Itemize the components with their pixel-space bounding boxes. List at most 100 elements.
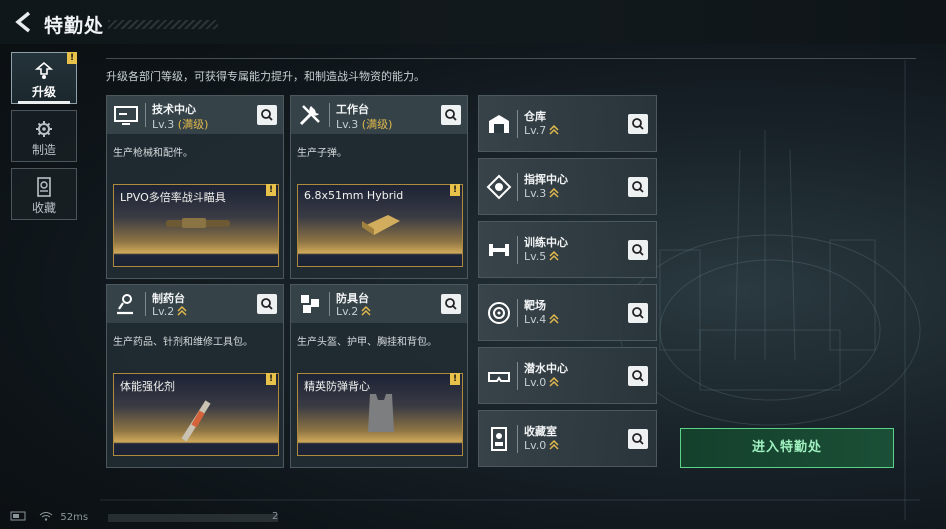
- enter-special-ops-button[interactable]: 进入特勤处: [680, 428, 894, 468]
- department-level: Lv.2: [152, 305, 187, 318]
- divider: [106, 58, 916, 59]
- top-bar: 特勤处: [0, 0, 946, 44]
- sidebar-item-collection[interactable]: 收藏: [11, 168, 77, 220]
- department-name: 工作台: [336, 103, 369, 116]
- facility-level: Lv.5: [524, 250, 559, 263]
- sidebar-item-upgrade[interactable]: 升级 !: [11, 52, 77, 104]
- product-slot[interactable]: LPVO多倍率战斗瞄具 !: [113, 184, 279, 267]
- search-icon[interactable]: [628, 240, 648, 260]
- facility-row-training-center[interactable]: 训练中心 Lv.5: [478, 221, 657, 278]
- department-name: 技术中心: [152, 103, 196, 116]
- department-card-pharmacy[interactable]: 制药台 Lv.2 生产药品、针剂和维修工具包。 体能强化剂 !: [106, 284, 284, 468]
- product-slot[interactable]: 体能强化剂 !: [113, 373, 279, 456]
- ping-value: 52ms: [60, 512, 89, 523]
- search-icon[interactable]: [441, 294, 461, 314]
- page-number: 2: [272, 511, 279, 522]
- department-level: Lv.3 (满级): [152, 118, 209, 131]
- monitor-icon: [114, 106, 138, 125]
- vest-image: [368, 394, 394, 432]
- page-description: 升级各部门等级，可获得专属能力提升，和制造战斗物资的能力。: [106, 70, 425, 83]
- armor-icon: [301, 295, 319, 313]
- department-card-tech-center[interactable]: 技术中心 Lv.3 (满级) 生产枪械和配件。 LPVO多倍率战斗瞄具 !: [106, 95, 284, 279]
- facility-row-collection-room[interactable]: 收藏室 Lv.0: [478, 410, 657, 467]
- upgrade-chevron-icon: [549, 251, 559, 261]
- separator: [517, 173, 518, 201]
- search-icon[interactable]: [628, 177, 648, 197]
- facility-level: Lv.3: [524, 187, 559, 200]
- upgrade-chevron-icon: [549, 440, 559, 450]
- search-icon[interactable]: [628, 366, 648, 386]
- upgrade-chevron-icon: [361, 306, 371, 316]
- ammo-box-image: [362, 215, 400, 235]
- dumbbell-icon: [489, 244, 509, 256]
- search-icon[interactable]: [628, 303, 648, 323]
- collection-icon: [37, 177, 51, 197]
- warehouse-icon: [489, 115, 509, 133]
- product-name: LPVO多倍率战斗瞄具: [120, 191, 226, 204]
- separator: [517, 110, 518, 138]
- search-icon[interactable]: [628, 114, 648, 134]
- scope-image: [166, 218, 230, 228]
- alert-badge: !: [266, 184, 276, 196]
- department-description: 生产药品、针剂和维修工具包。: [113, 337, 253, 348]
- separator: [329, 292, 330, 316]
- separator: [517, 236, 518, 264]
- upgrade-chevron-icon: [177, 306, 187, 316]
- facility-row-diving-center[interactable]: 潜水中心 Lv.0: [478, 347, 657, 404]
- page-title: 特勤处: [44, 15, 105, 37]
- sidebar-item-label: 制造: [31, 143, 56, 157]
- collection-room-icon: [491, 427, 507, 451]
- alert-badge: !: [67, 52, 77, 64]
- injector-image: [181, 400, 211, 442]
- search-icon[interactable]: [257, 105, 277, 125]
- upgrade-chevron-icon: [549, 125, 559, 135]
- department-level: Lv.3 (满级): [336, 118, 393, 131]
- facility-name: 指挥中心: [524, 173, 568, 186]
- back-arrow-icon[interactable]: [12, 10, 36, 34]
- facility-row-shooting-range[interactable]: 靶场 Lv.4: [478, 284, 657, 341]
- facility-name: 收藏室: [524, 425, 557, 438]
- department-card-workbench[interactable]: 工作台 Lv.3 (满级) 生产子弹。 6.8x51mm Hybrid !: [290, 95, 468, 279]
- facility-level: Lv.0: [524, 376, 559, 389]
- department-card-armor-bench[interactable]: 防具台 Lv.2 生产头盔、护甲、胸挂和背包。 精英防弹背心 !: [290, 284, 468, 468]
- product-name: 6.8x51mm Hybrid: [304, 189, 404, 202]
- upgrade-icon: [34, 61, 54, 79]
- product-name: 体能强化剂: [120, 380, 175, 393]
- department-description: 生产头盔、护甲、胸挂和背包。: [297, 337, 437, 348]
- department-description: 生产子弹。: [297, 148, 347, 159]
- sidebar-item-craft[interactable]: 制造: [11, 110, 77, 162]
- upgrade-chevron-icon: [549, 377, 559, 387]
- department-level: Lv.2: [336, 305, 371, 318]
- search-icon[interactable]: [257, 294, 277, 314]
- card-header: 制药台 Lv.2: [107, 285, 283, 323]
- separator: [517, 362, 518, 390]
- status-bar: 52ms: [10, 511, 88, 523]
- sidebar-item-label: 升级: [31, 85, 56, 99]
- product-name: 精英防弹背心: [304, 380, 370, 393]
- department-description: 生产枪械和配件。: [113, 148, 193, 159]
- search-icon[interactable]: [441, 105, 461, 125]
- department-name: 制药台: [152, 292, 185, 305]
- sidebar-item-label: 收藏: [31, 201, 56, 215]
- wifi-icon: [39, 512, 53, 521]
- separator: [517, 425, 518, 453]
- alert-badge: !: [450, 373, 460, 385]
- separator: [517, 299, 518, 327]
- product-slot[interactable]: 6.8x51mm Hybrid !: [297, 184, 463, 267]
- card-header: 防具台 Lv.2: [291, 285, 467, 323]
- command-icon: [486, 174, 512, 200]
- upgrade-chevron-icon: [549, 314, 559, 324]
- product-slot[interactable]: 精英防弹背心 !: [297, 373, 463, 456]
- facility-row-command-center[interactable]: 指挥中心 Lv.3: [478, 158, 657, 215]
- battery-icon: [10, 511, 26, 521]
- microscope-icon: [117, 294, 133, 315]
- search-icon[interactable]: [628, 429, 648, 449]
- card-header: 工作台 Lv.3 (满级): [291, 96, 467, 134]
- title-decoration: [108, 20, 218, 29]
- card-header: 技术中心 Lv.3 (满级): [107, 96, 283, 134]
- facility-name: 仓库: [524, 110, 546, 123]
- status-track: [108, 514, 278, 522]
- diving-mask-icon: [488, 372, 510, 382]
- facility-row-warehouse[interactable]: 仓库 Lv.7: [478, 95, 657, 152]
- facility-level: Lv.4: [524, 313, 559, 326]
